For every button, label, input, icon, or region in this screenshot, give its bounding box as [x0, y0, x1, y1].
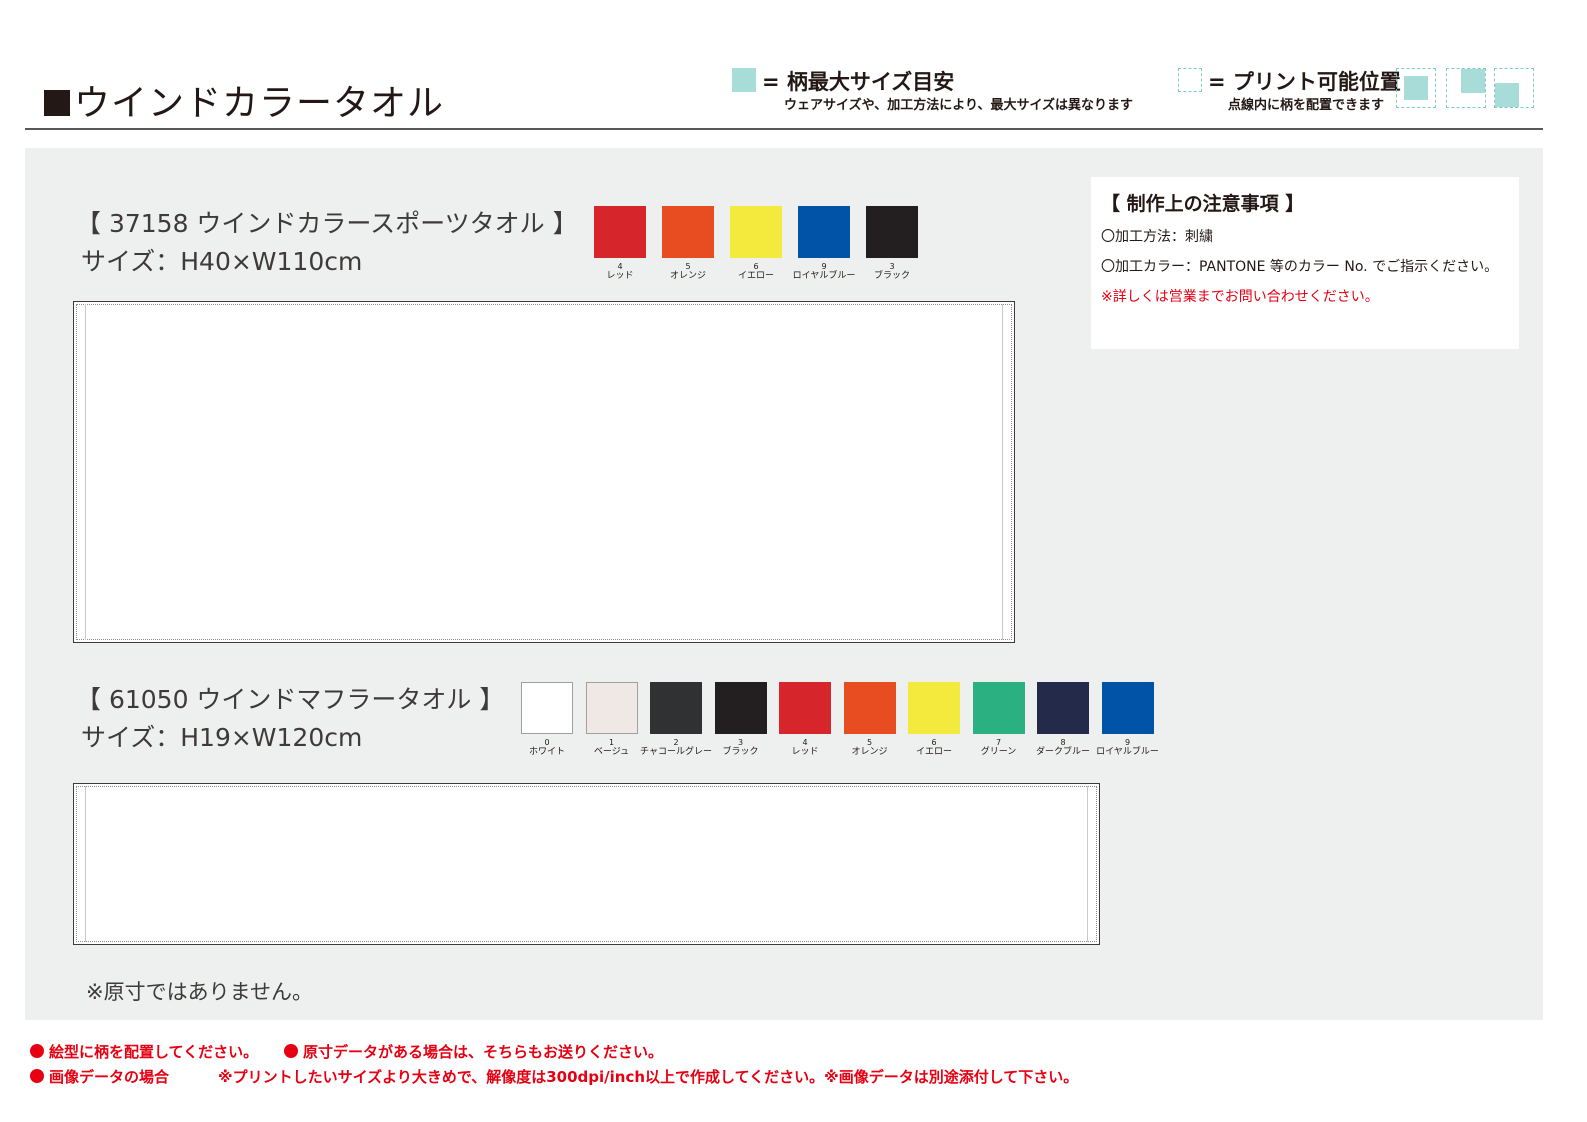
footer-note: 原寸データがある場合は、そちらもお送りください。 — [284, 1041, 663, 1062]
print-area-outline — [76, 786, 1097, 942]
towel-hem-right — [1087, 786, 1088, 942]
product-title: 【 37158 ウインドカラースポーツタオル 】 — [76, 209, 578, 238]
color-swatch[interactable]: 5 オレンジ — [662, 206, 714, 282]
color-chip — [1037, 682, 1089, 734]
square-bullet-icon — [44, 90, 70, 116]
color-swatch[interactable]: 0 ホワイト — [521, 682, 573, 758]
product-size: サイズ：H40×W110cm — [81, 247, 363, 276]
color-name: ロイヤルブルー — [1096, 747, 1159, 757]
position-example-top-icon — [1446, 68, 1486, 108]
footer-note: 画像データの場合 — [30, 1066, 169, 1087]
color-swatch[interactable]: 4 レッド — [779, 682, 831, 758]
color-swatch[interactable]: 5 オレンジ — [843, 682, 896, 758]
footer-text: 絵型に柄を配置してください。 — [49, 1043, 259, 1061]
red-bullet-icon — [30, 1069, 44, 1083]
print-area-dashed-icon — [1178, 68, 1202, 92]
color-name: ブラック — [873, 271, 910, 281]
color-chip — [521, 682, 573, 734]
muffler-towel-template[interactable] — [73, 783, 1100, 945]
position-example-bottom-icon — [1494, 68, 1534, 108]
notes-method: 〇加工方法：刺繍 — [1101, 229, 1213, 245]
position-example-left-icon — [1396, 68, 1436, 108]
color-swatch[interactable]: 1 ベージュ — [585, 682, 638, 758]
notes-warning: ※詳しくは営業までお問い合わせください。 — [1101, 289, 1379, 305]
color-number: 6 — [753, 262, 759, 271]
color-number: 7 — [995, 738, 1002, 747]
color-number: 3 — [737, 738, 744, 747]
notes-color: 〇加工カラー：PANTONE 等のカラー No. でご指示ください。 — [1101, 259, 1499, 275]
color-chip — [843, 682, 896, 734]
color-number: 3 — [889, 262, 895, 271]
color-chip — [866, 206, 918, 258]
color-swatch[interactable]: 9 ロイヤルブルー — [793, 206, 855, 282]
color-swatch[interactable]: 3 ブラック — [714, 682, 767, 758]
page-title: ウインドカラータオル — [44, 74, 444, 126]
towel-hem-left — [85, 786, 86, 942]
footer-note: 絵型に柄を配置してください。 — [30, 1041, 258, 1062]
color-chip — [908, 682, 960, 734]
color-number: 4 — [802, 738, 808, 747]
color-number: 9 — [821, 262, 827, 271]
color-chip — [972, 682, 1025, 734]
color-swatch[interactable]: 6 イエロー — [908, 682, 960, 758]
color-number: 2 — [673, 738, 679, 747]
not-actual-size-note: ※原寸ではありません。 — [86, 980, 313, 1004]
footer-text: 原寸データがある場合は、そちらもお送りください。 — [303, 1043, 664, 1061]
sports-towel-template[interactable] — [73, 301, 1015, 643]
color-swatch[interactable]: 7 グリーン — [972, 682, 1025, 758]
production-notes: 【 制作上の注意事項 】 〇加工方法：刺繍 〇加工カラー：PANTONE 等のカ… — [1091, 177, 1519, 349]
print-area-outline — [76, 304, 1012, 640]
color-number: 1 — [608, 738, 615, 747]
product-title: 【 61050 ウインドマフラータオル 】 — [76, 685, 505, 714]
color-swatch[interactable]: 4 レッド — [594, 206, 646, 282]
max-area-swatch-icon — [732, 68, 756, 92]
color-chip — [1101, 682, 1154, 734]
color-number: 5 — [685, 262, 691, 271]
footer-text: 画像データの場合 — [49, 1068, 170, 1086]
color-chip — [585, 682, 638, 734]
footer-text: ※プリントしたいサイズより大きめで、解像度は300dpi/inch以上で作成して… — [218, 1068, 1079, 1086]
legend-max-size-label: = 柄最大サイズ目安 — [762, 70, 955, 94]
notes-title: 【 制作上の注意事項 】 — [1101, 193, 1305, 215]
legend-print-position-label: = プリント可能位置 — [1208, 70, 1401, 94]
color-number: 9 — [1124, 738, 1131, 747]
legend-max-size-note: ウェアサイズや、加工方法により、最大サイズは異なります — [784, 98, 1134, 113]
red-bullet-icon — [30, 1044, 44, 1058]
product-size: サイズ：H19×W120cm — [81, 723, 363, 752]
footer-note: ※プリントしたいサイズより大きめで、解像度は300dpi/inch以上で作成して… — [218, 1066, 1078, 1087]
towel-hem-right — [1002, 304, 1003, 640]
color-number: 8 — [1060, 738, 1066, 747]
page-title-text: ウインドカラータオル — [74, 83, 445, 124]
color-swatch[interactable]: 8 ダークブルー — [1036, 682, 1090, 758]
color-swatch[interactable]: 2 チャコールグレー — [640, 682, 712, 758]
color-chip — [730, 206, 782, 258]
legend-print-position-note: 点線内に柄を配置できます — [1228, 98, 1385, 113]
color-swatch[interactable]: 9 ロイヤルブルー — [1096, 682, 1159, 758]
color-chip — [798, 206, 850, 258]
color-number: 6 — [931, 738, 937, 747]
color-number: 4 — [617, 262, 623, 271]
color-chip — [662, 206, 714, 258]
color-chip — [650, 682, 702, 734]
color-chip — [594, 206, 646, 258]
red-bullet-icon — [284, 1044, 298, 1058]
color-chip — [779, 682, 831, 734]
color-number: 0 — [544, 738, 550, 747]
color-swatch[interactable]: 6 イエロー — [730, 206, 782, 282]
color-chip — [714, 682, 767, 734]
color-number: 5 — [866, 738, 873, 747]
color-swatch[interactable]: 3 ブラック — [866, 206, 918, 282]
towel-hem-left — [85, 304, 86, 640]
header-divider — [25, 128, 1543, 130]
